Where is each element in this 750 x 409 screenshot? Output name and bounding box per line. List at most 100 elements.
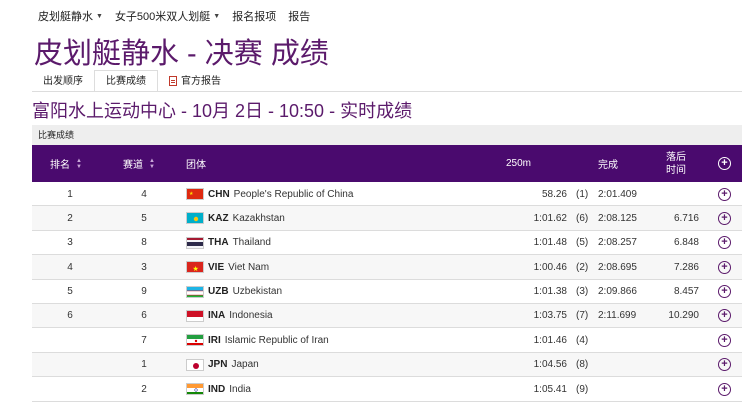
flag-india-icon: [186, 383, 204, 396]
tab-official-report[interactable]: 官方报告: [158, 70, 232, 92]
row-expand-button[interactable]: +: [718, 231, 731, 255]
cell-split-time: 1:01.62: [533, 212, 567, 224]
cell-split-time: 1:01.48: [533, 237, 567, 249]
header-rank[interactable]: 排名 ▲ ▼: [50, 145, 82, 182]
row-expand-button[interactable]: +: [718, 328, 731, 352]
sort-icon: ▲ ▼: [76, 157, 82, 170]
row-expand-button[interactable]: +: [718, 182, 731, 206]
tab-results-label: 比赛成绩: [106, 75, 146, 87]
cell-finish: 2:08.125: [598, 212, 637, 224]
nav-reports-link[interactable]: 报告: [288, 8, 310, 24]
plus-circle-icon: +: [718, 157, 731, 170]
venue-subtitle: 富阳水上运动中心 - 10月 2日 - 10:50 - 实时成绩: [32, 101, 413, 121]
header-behind: 落后 时间: [666, 145, 686, 182]
cell-split-time: 1:00.46: [533, 261, 567, 273]
header-finish-label: 完成: [598, 160, 618, 171]
cell-team: ★ CHN People's Republic of China: [186, 182, 353, 206]
row-expand-button[interactable]: +: [718, 377, 731, 401]
results-table-body: 1 4 ★ CHN People's Republic of China 58.…: [32, 182, 742, 402]
cell-split-rank: (7): [576, 310, 589, 322]
plus-circle-icon: +: [718, 236, 731, 250]
cell-split-rank: (2): [576, 261, 589, 273]
row-expand-button[interactable]: +: [718, 206, 731, 230]
team-name: Uzbekistan: [232, 286, 283, 298]
row-expand-button[interactable]: +: [718, 255, 731, 279]
caret-down-icon: ▼: [213, 12, 221, 20]
plus-circle-icon: +: [718, 211, 731, 225]
table-row[interactable]: 3 8 THA Thailand 1:01.48 (5) 2:08.257 6.…: [32, 231, 742, 256]
nav-event-label: 女子500米双人划艇: [114, 11, 211, 23]
cell-split-time: 1:01.46: [533, 334, 567, 346]
plus-circle-icon: +: [718, 333, 731, 347]
table-row[interactable]: 2 IND India 1:05.41 (9) +: [32, 377, 742, 402]
svg-text:★: ★: [189, 191, 194, 197]
cell-split-time: 58.26: [541, 188, 567, 200]
tab-results[interactable]: 比赛成绩: [94, 70, 158, 92]
nav-sport-dropdown[interactable]: 皮划艇静水 ▼: [38, 8, 103, 24]
cell-team: UZB Uzbekistan: [186, 280, 282, 304]
cell-behind: [657, 182, 699, 206]
table-row[interactable]: 1 JPN Japan 1:04.56 (8) +: [32, 352, 742, 378]
cell-split-rank: (1): [576, 188, 589, 200]
team-name: Indonesia: [229, 310, 273, 322]
cell-split-time: 1:05.41: [533, 383, 567, 395]
tab-start-order-label: 出发顺序: [43, 75, 83, 87]
svg-text:★: ★: [193, 265, 199, 273]
cell-finish: 2:11.699: [598, 310, 637, 322]
header-behind-line1: 落后: [666, 151, 686, 163]
header-team: 团体: [186, 145, 206, 182]
team-name: Islamic Republic of Iran: [224, 334, 329, 346]
table-row[interactable]: 2 5 KAZ Kazakhstan 1:01.62 (6) 2:08.125 …: [32, 206, 742, 231]
header-behind-line2: 时间: [666, 164, 686, 176]
table-row[interactable]: 7 IRI Islamic Republic of Iran 1:01.46 (…: [32, 328, 742, 353]
document-icon: [169, 76, 177, 86]
cell-rank: [60, 377, 80, 401]
row-expand-button[interactable]: +: [718, 280, 731, 304]
flag-japan-icon: [186, 358, 204, 371]
table-row[interactable]: 4 3 ★ VIE Viet Nam 1:00.46 (2) 2:08.695 …: [32, 255, 742, 280]
table-row[interactable]: 1 4 ★ CHN People's Republic of China 58.…: [32, 182, 742, 207]
team-name: People's Republic of China: [233, 188, 354, 200]
caret-down-icon: ▼: [96, 12, 103, 20]
cell-finish: 2:08.695: [598, 261, 637, 273]
plus-circle-icon: +: [718, 309, 731, 323]
cell-team: KAZ Kazakhstan: [186, 206, 285, 230]
header-split: 250m: [506, 145, 531, 182]
nav-event-dropdown[interactable]: 女子500米双人划艇 ▼: [115, 8, 220, 24]
team-code: IRI: [208, 334, 221, 346]
cell-split-rank: (4): [576, 334, 589, 346]
row-expand-button[interactable]: +: [718, 304, 731, 328]
cell-split-rank: (8): [576, 359, 589, 371]
table-row[interactable]: 6 6 INA Indonesia 1:03.75 (7) 2:11.699 1…: [32, 303, 742, 329]
plus-circle-icon: +: [718, 260, 731, 274]
team-name: Thailand: [232, 237, 271, 249]
cell-split-rank: (9): [576, 383, 589, 395]
cell-team: IND India: [186, 377, 251, 401]
tab-start-order[interactable]: 出发顺序: [32, 70, 94, 92]
cell-split-rank: (5): [576, 237, 589, 249]
team-code: CHN: [208, 188, 230, 200]
nav-sport-label: 皮划艇静水: [38, 11, 93, 23]
table-row[interactable]: 5 9 UZB Uzbekistan 1:01.38 (3) 2:09.866 …: [32, 280, 742, 304]
cell-lane: 4: [141, 188, 147, 200]
header-lane-label: 赛道: [123, 160, 143, 171]
cell-behind: 8.457: [673, 286, 699, 298]
header-team-label: 团体: [186, 160, 206, 171]
cell-rank: 5: [67, 286, 73, 298]
cell-lane: 1: [141, 359, 147, 371]
header-finish: 完成: [598, 145, 618, 182]
flag-kazakhstan-icon: [186, 212, 204, 225]
header-lane[interactable]: 赛道 ▲ ▼: [123, 145, 155, 182]
cell-lane: 2: [141, 383, 147, 395]
team-code: UZB: [208, 286, 229, 298]
flag-iran-icon: [186, 334, 204, 347]
header-expand-all[interactable]: +: [718, 145, 731, 182]
nav-entries-link[interactable]: 报名报项: [232, 8, 276, 24]
page-title: 皮划艇静水 - 决赛 成绩: [34, 38, 329, 70]
team-code: INA: [208, 310, 226, 322]
cell-rank: [60, 353, 80, 377]
row-expand-button[interactable]: +: [718, 353, 731, 377]
section-header: 比赛成绩: [32, 125, 742, 145]
cell-behind: 7.286: [673, 261, 699, 273]
result-tabs: 出发顺序 比赛成绩 官方报告: [32, 70, 232, 92]
